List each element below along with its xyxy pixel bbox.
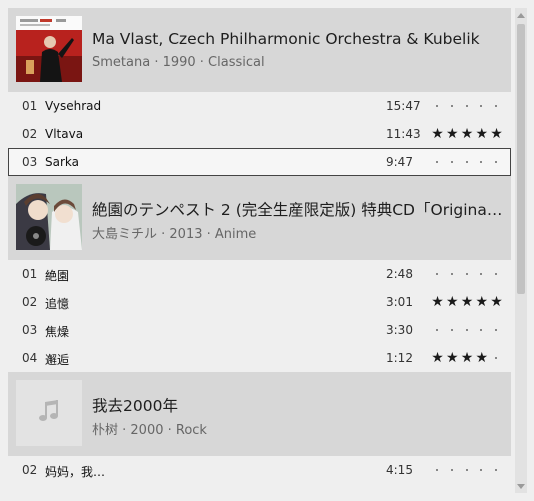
album-header[interactable]: 絶園のテンペスト 2 (完全生産限定版) 特典CD「Original … 大島ミ… — [8, 176, 511, 260]
track-row-selected[interactable]: 03 Sarka 9:47 — [8, 148, 511, 176]
track-row[interactable]: 02 妈妈，我… 4:15 — [8, 456, 511, 484]
track-title: 追憶 — [45, 297, 70, 311]
track-row[interactable]: 02 Vltava 11:43 ★ ★ ★ ★ ★ — [8, 120, 511, 148]
track-duration: 9:47 — [386, 155, 413, 169]
track-title: 焦燥 — [45, 325, 70, 339]
track-number: 01 — [22, 267, 38, 281]
star-filled-icon[interactable]: ★ — [461, 292, 474, 312]
star-empty-icon[interactable] — [475, 152, 488, 172]
track-duration: 15:47 — [386, 99, 421, 113]
star-filled-icon[interactable]: ★ — [490, 124, 503, 144]
star-empty-icon[interactable] — [446, 152, 459, 172]
music-note-icon — [35, 397, 63, 429]
album-header[interactable]: 我去2000年 朴树 · 2000 · Rock — [8, 372, 511, 456]
star-filled-icon[interactable]: ★ — [490, 292, 503, 312]
star-filled-icon[interactable]: ★ — [431, 292, 444, 312]
star-empty-icon[interactable] — [431, 152, 444, 172]
track-duration: 11:43 — [386, 127, 421, 141]
star-filled-icon[interactable]: ★ — [431, 348, 444, 368]
star-filled-icon[interactable]: ★ — [446, 292, 459, 312]
track-title: Sarka — [45, 155, 79, 169]
star-filled-icon[interactable]: ★ — [431, 124, 444, 144]
star-empty-icon[interactable] — [431, 264, 444, 284]
track-row[interactable]: 02 追憶 3:01 ★ ★ ★ ★ ★ — [8, 288, 511, 316]
track-rating[interactable] — [431, 460, 503, 480]
track-rating[interactable] — [431, 264, 503, 284]
star-empty-icon[interactable] — [461, 320, 474, 340]
track-number: 02 — [22, 463, 38, 477]
track-row[interactable]: 01 Vysehrad 15:47 — [8, 92, 511, 120]
track-row[interactable]: 01 絶園 2:48 — [8, 260, 511, 288]
track-rating[interactable] — [431, 320, 503, 340]
track-title: 絶園 — [45, 269, 70, 283]
star-empty-icon[interactable] — [461, 96, 474, 116]
track-number: 02 — [22, 127, 38, 141]
track-duration: 1:12 — [386, 351, 413, 365]
star-empty-icon[interactable] — [446, 96, 459, 116]
star-filled-icon[interactable]: ★ — [475, 292, 488, 312]
scrollbar-thumb[interactable] — [517, 24, 525, 294]
track-row[interactable]: 03 焦燥 3:30 — [8, 316, 511, 344]
star-empty-icon[interactable] — [490, 264, 503, 284]
track-rating[interactable]: ★ ★ ★ ★ ★ — [431, 124, 503, 144]
track-number: 02 — [22, 295, 38, 309]
track-title: Vysehrad — [45, 99, 102, 113]
album-track-list[interactable]: Ma Vlast, Czech Philharmonic Orchestra &… — [8, 8, 511, 493]
album-header[interactable]: Ma Vlast, Czech Philharmonic Orchestra &… — [8, 8, 511, 92]
vertical-scrollbar[interactable] — [515, 8, 527, 493]
star-empty-icon[interactable] — [490, 460, 503, 480]
star-empty-icon[interactable] — [490, 152, 503, 172]
album-title: 我去2000年 — [92, 397, 178, 415]
star-empty-icon[interactable] — [475, 460, 488, 480]
track-duration: 2:48 — [386, 267, 413, 281]
star-filled-icon[interactable]: ★ — [475, 348, 488, 368]
track-rating[interactable]: ★ ★ ★ ★ — [431, 348, 503, 368]
star-filled-icon[interactable]: ★ — [446, 124, 459, 144]
track-duration: 3:30 — [386, 323, 413, 337]
track-duration: 3:01 — [386, 295, 413, 309]
scroll-down-arrow-icon[interactable] — [515, 479, 527, 493]
star-filled-icon[interactable]: ★ — [461, 348, 474, 368]
album-title: Ma Vlast, Czech Philharmonic Orchestra &… — [92, 30, 480, 48]
scroll-up-arrow-icon[interactable] — [515, 8, 527, 22]
album-cover-art — [16, 16, 82, 82]
star-empty-icon[interactable] — [461, 152, 474, 172]
star-filled-icon[interactable]: ★ — [461, 124, 474, 144]
star-empty-icon[interactable] — [446, 320, 459, 340]
star-filled-icon[interactable]: ★ — [475, 124, 488, 144]
star-empty-icon[interactable] — [431, 320, 444, 340]
track-rating[interactable] — [431, 96, 503, 116]
track-number: 03 — [22, 155, 38, 169]
track-rating[interactable] — [431, 152, 503, 172]
star-empty-icon[interactable] — [475, 264, 488, 284]
album-cover-placeholder — [16, 380, 82, 446]
track-number: 01 — [22, 99, 38, 113]
star-filled-icon[interactable]: ★ — [446, 348, 459, 368]
track-number: 04 — [22, 351, 38, 365]
star-empty-icon[interactable] — [490, 320, 503, 340]
star-empty-icon[interactable] — [446, 264, 459, 284]
album-title: 絶園のテンペスト 2 (完全生産限定版) 特典CD「Original … — [92, 201, 504, 219]
track-title: Vltava — [45, 127, 84, 141]
star-empty-icon[interactable] — [461, 460, 474, 480]
track-title: 妈妈，我… — [45, 465, 106, 479]
album-cover-art — [16, 184, 82, 250]
track-row[interactable]: 04 邂逅 1:12 ★ ★ ★ ★ — [8, 344, 511, 372]
star-empty-icon[interactable] — [475, 320, 488, 340]
star-empty-icon[interactable] — [431, 96, 444, 116]
album-meta: Smetana · 1990 · Classical — [92, 55, 265, 70]
track-title: 邂逅 — [45, 353, 70, 367]
track-duration: 4:15 — [386, 463, 413, 477]
star-empty-icon[interactable] — [490, 96, 503, 116]
track-rating[interactable]: ★ ★ ★ ★ ★ — [431, 292, 503, 312]
album-meta: 朴树 · 2000 · Rock — [92, 423, 207, 438]
star-empty-icon[interactable] — [475, 96, 488, 116]
star-empty-icon[interactable] — [431, 460, 444, 480]
track-number: 03 — [22, 323, 38, 337]
star-empty-icon[interactable] — [490, 348, 503, 368]
album-meta: 大島ミチル · 2013 · Anime — [92, 227, 257, 242]
star-empty-icon[interactable] — [446, 460, 459, 480]
star-empty-icon[interactable] — [461, 264, 474, 284]
